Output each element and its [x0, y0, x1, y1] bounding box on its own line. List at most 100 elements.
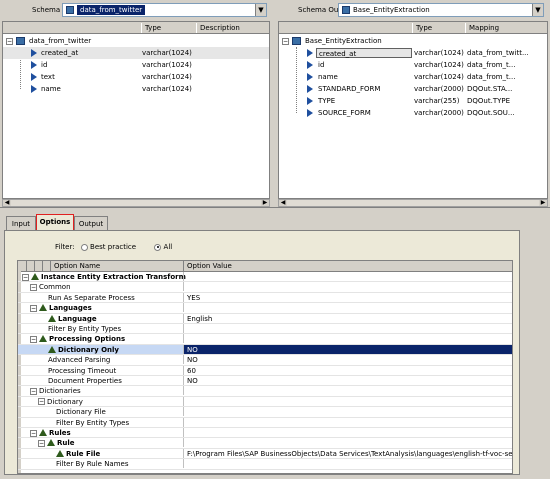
option-row[interactable]: − Instance Entity Extraction Transform	[18, 272, 512, 283]
option-value[interactable]: English	[183, 313, 512, 323]
scroll-right-icon[interactable]: ▶	[539, 200, 547, 206]
option-row[interactable]: − Languages	[18, 303, 512, 314]
scroll-left-icon[interactable]: ◀	[279, 200, 287, 206]
radio-all[interactable]	[154, 243, 162, 251]
scroll-left-icon[interactable]: ◀	[3, 200, 11, 206]
option-value[interactable]: YES	[183, 292, 512, 302]
option-name: Dictionaries	[39, 387, 81, 396]
option-row[interactable]: Dictionary Only NO	[18, 344, 512, 356]
option-row[interactable]: − Rule	[18, 438, 512, 449]
collapse-icon[interactable]: −	[22, 273, 29, 281]
option-row[interactable]: Dictionary File	[18, 407, 512, 418]
option-row[interactable]: Processing Timeout 60	[18, 365, 512, 376]
option-name: Filter By Rule Names	[56, 460, 129, 469]
collapse-icon[interactable]: −	[30, 387, 37, 395]
option-row[interactable]: Language English	[18, 313, 512, 324]
chevron-down-icon[interactable]: ▼	[532, 4, 543, 16]
radio-all-label[interactable]: All	[164, 243, 173, 251]
option-value[interactable]	[183, 459, 512, 469]
table-row[interactable]: created_at varchar(1024)	[3, 47, 269, 59]
option-row[interactable]: Filter By Entity Types	[18, 417, 512, 428]
collapse-icon[interactable]: −	[30, 429, 37, 437]
table-row[interactable]: SOURCE_FORM varchar(2000) DQOut.SOU...	[279, 107, 547, 119]
schema-out-dropdown[interactable]: Base_EntityExtraction ▼	[338, 3, 544, 17]
best-practice-icon	[39, 429, 47, 436]
table-row[interactable]: id varchar(1024) data_from_t...	[279, 59, 547, 71]
option-name: Document Properties	[48, 377, 122, 385]
header-cell	[34, 261, 42, 271]
option-row[interactable]: Run As Separate Process YES	[18, 292, 512, 304]
column-name: id	[318, 61, 325, 69]
radio-best-practice-label[interactable]: Best practice	[90, 243, 136, 251]
tab-input[interactable]: Input	[6, 216, 36, 231]
schema-out-root-row[interactable]: − Base_EntityExtraction	[279, 35, 547, 47]
schema-out-header: Type Mapping	[279, 22, 547, 34]
column-arrow-icon	[31, 85, 37, 93]
option-row[interactable]: Document Properties NO	[18, 376, 512, 387]
schema-out-grid: Type Mapping − Base_EntityExtraction cre…	[278, 21, 548, 199]
column-arrow-icon	[307, 109, 313, 117]
column-mapping: data_from_t...	[467, 61, 516, 69]
collapse-icon[interactable]: −	[30, 283, 37, 291]
option-value[interactable]: NO	[183, 344, 512, 354]
schema-in-header: Type Description	[3, 22, 269, 34]
schema-out-col-mapping: Mapping	[465, 23, 547, 33]
option-value[interactable]: NO	[183, 355, 512, 365]
schema-in-dropdown[interactable]: data_from_twitter ▼	[62, 3, 267, 17]
table-row[interactable]: STANDARD_FORM varchar(2000) DQOut.STA...	[279, 83, 547, 95]
option-row[interactable]: − Dictionaries	[18, 386, 512, 397]
horizontal-scrollbar[interactable]: ◀ ▶	[278, 199, 548, 207]
best-practice-icon	[39, 304, 47, 312]
collapse-icon[interactable]: −	[38, 398, 45, 406]
header-cell	[26, 261, 34, 271]
option-value[interactable]	[183, 386, 512, 396]
option-value[interactable]	[183, 428, 512, 437]
option-value[interactable]	[183, 417, 512, 427]
scroll-right-icon[interactable]: ▶	[261, 200, 269, 206]
option-value[interactable]	[183, 438, 512, 448]
option-value[interactable]	[183, 272, 512, 281]
collapse-icon[interactable]: −	[30, 335, 37, 343]
option-row[interactable]: − Dictionary	[18, 396, 512, 408]
option-value[interactable]: F:\Program Files\SAP BusinessObjects\Dat…	[183, 448, 512, 458]
chevron-down-icon[interactable]: ▼	[255, 4, 266, 16]
header-cell	[42, 261, 50, 271]
table-row[interactable]: TYPE varchar(255) DQOut.TYPE	[279, 95, 547, 107]
option-value[interactable]	[183, 334, 512, 344]
option-row[interactable]: Filter By Rule Names	[18, 459, 512, 470]
option-value[interactable]: NO	[183, 376, 512, 385]
option-value[interactable]	[183, 407, 512, 417]
tab-output[interactable]: Output	[74, 216, 108, 231]
option-value[interactable]	[183, 303, 512, 313]
option-row[interactable]: − Common	[18, 282, 512, 293]
option-row[interactable]: Rule File F:\Program Files\SAP BusinessOb…	[18, 448, 512, 460]
option-row[interactable]: − Rules	[18, 428, 512, 439]
table-row[interactable]: id varchar(1024)	[3, 59, 269, 71]
collapse-icon[interactable]: −	[282, 38, 289, 45]
option-row[interactable]: Filter By Entity Types	[18, 324, 512, 335]
option-value[interactable]: 60	[183, 365, 512, 375]
column-mapping: DQOut.STA...	[467, 85, 513, 93]
option-value[interactable]	[183, 282, 512, 292]
option-row[interactable]: − Processing Options	[18, 334, 512, 345]
option-value[interactable]	[183, 324, 512, 333]
col-option-value[interactable]: Option Value	[183, 261, 512, 271]
table-row[interactable]: name varchar(1024) data_from_t...	[279, 71, 547, 83]
table-row[interactable]: created_at varchar(1024) data_from_twitt…	[279, 47, 547, 59]
column-arrow-icon	[31, 61, 37, 69]
collapse-icon[interactable]: −	[38, 439, 45, 447]
schema-in-root-row[interactable]: − data_from_twitter	[3, 35, 269, 47]
table-row[interactable]: name varchar(1024)	[3, 83, 269, 95]
collapse-icon[interactable]: −	[30, 304, 37, 312]
collapse-icon[interactable]: −	[6, 38, 13, 45]
option-value[interactable]	[183, 396, 512, 406]
options-grid-header: Option Name Option Value	[18, 261, 512, 272]
radio-best-practice[interactable]	[80, 243, 88, 251]
table-row[interactable]: text varchar(1024)	[3, 71, 269, 83]
horizontal-scrollbar[interactable]: ◀ ▶	[2, 199, 270, 207]
column-type: varchar(1024)	[414, 73, 464, 81]
option-row[interactable]: Advanced Parsing NO	[18, 355, 512, 366]
schema-in-root-label: data_from_twitter	[29, 37, 92, 45]
col-option-name[interactable]: Option Name	[50, 261, 183, 271]
best-practice-icon	[48, 314, 56, 322]
